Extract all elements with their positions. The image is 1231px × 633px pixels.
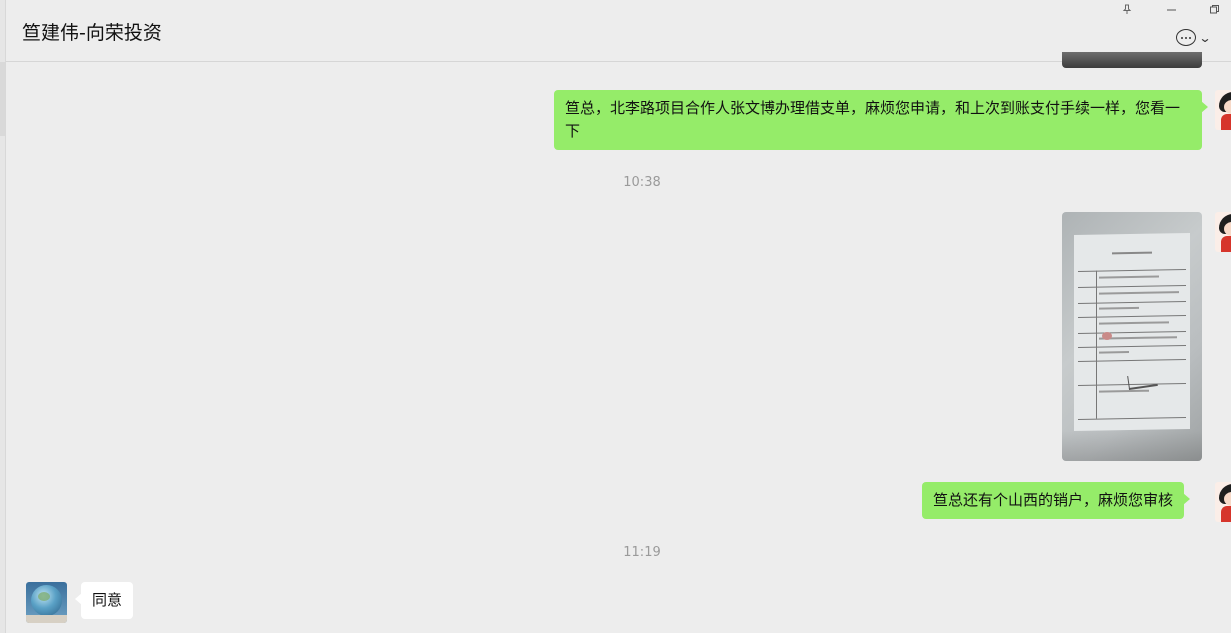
previous-image-message[interactable] [1062, 52, 1202, 68]
avatar[interactable] [1215, 90, 1231, 130]
image-message[interactable] [1062, 212, 1202, 461]
minimize-icon[interactable] [1157, 0, 1185, 18]
pin-icon[interactable] [1113, 0, 1141, 18]
avatar[interactable] [1215, 212, 1231, 252]
maximize-icon[interactable] [1200, 0, 1228, 18]
chat-title: 笪建伟-向荣投资 [22, 22, 162, 44]
chat-window: 笪建伟-向荣投资 ⌄ 笪总，北李路项目合作人张文博办理借支单，麻烦您申请，和上次… [0, 0, 1231, 633]
message-bubble-sent[interactable]: 笪总，北李路项目合作人张文博办理借支单，麻烦您申请，和上次到账支付手续一样，您看… [554, 90, 1208, 150]
contact-avatar[interactable] [26, 582, 67, 623]
message-list[interactable]: 笪总，北李路项目合作人张文博办理借支单，麻烦您申请，和上次到账支付手续一样，您看… [6, 52, 1231, 633]
avatar[interactable] [1215, 482, 1231, 522]
chevron-down-icon: ⌄ [1198, 30, 1212, 45]
chat-bubble-icon [1176, 29, 1196, 46]
sidebar-scroll-stub [0, 62, 5, 136]
timestamp: 10:38 [623, 175, 661, 190]
chat-info-button[interactable]: ⌄ [1176, 29, 1212, 46]
message-bubble-sent[interactable]: 笪总还有个山西的销户，麻烦您审核 [922, 482, 1191, 519]
message-bubble-received[interactable]: 同意 [74, 582, 134, 619]
chat-header: 笪建伟-向荣投资 ⌄ [6, 0, 1231, 62]
timestamp: 11:19 [623, 545, 661, 560]
